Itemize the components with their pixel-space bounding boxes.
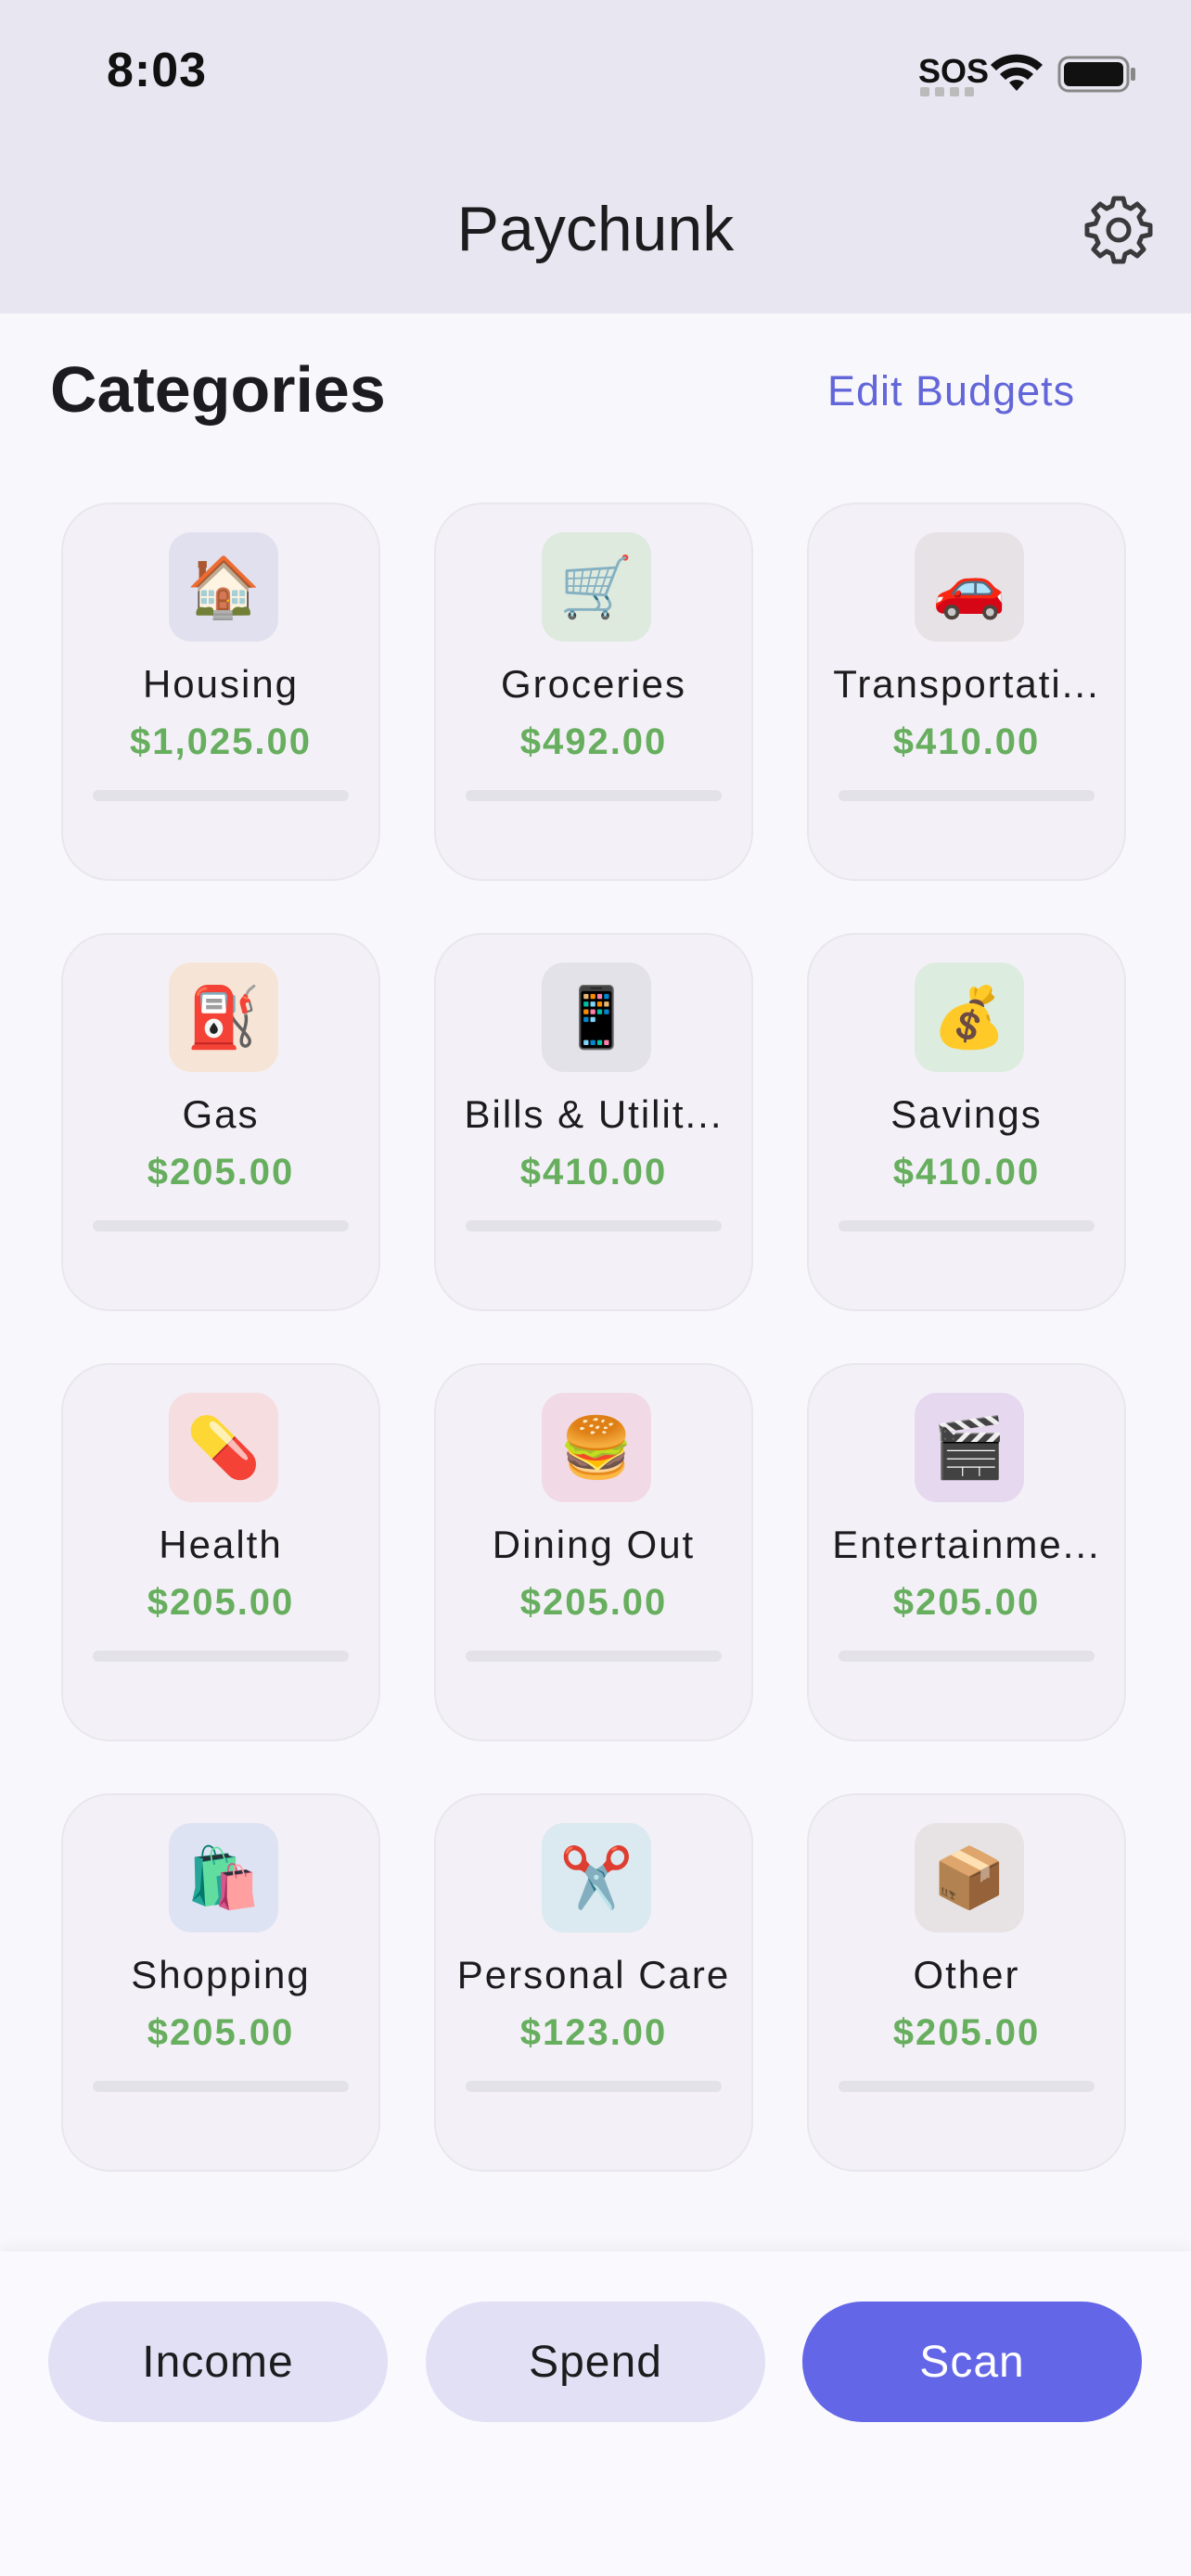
category-progress-bar	[466, 1220, 722, 1231]
category-name: Housing	[142, 662, 300, 706]
category-card[interactable]: ⛽ Gas $205.00	[61, 933, 380, 1311]
spend-button[interactable]: Spend	[426, 2302, 765, 2422]
shopping-bags-icon: 🛍️	[169, 1823, 278, 1932]
category-card[interactable]: 💰 Savings $410.00	[807, 933, 1126, 1311]
category-card[interactable]: 🍔 Dining Out $205.00	[434, 1363, 753, 1741]
pill-icon: 💊	[169, 1393, 278, 1502]
category-progress-bar	[93, 1651, 349, 1662]
category-amount: $123.00	[519, 2012, 668, 2053]
category-amount: $492.00	[519, 721, 668, 762]
category-name: Health	[159, 1523, 283, 1566]
wifi-icon	[991, 54, 1043, 91]
category-amount: $205.00	[892, 1582, 1041, 1623]
category-progress-bar	[93, 2081, 349, 2092]
category-name: Transportati...	[833, 662, 1100, 706]
package-icon: 📦	[915, 1823, 1024, 1932]
category-grid: 🏠 Housing $1,025.00 🛒 Groceries $492.00 🚗 Trans…	[61, 503, 1130, 2172]
category-progress-bar	[466, 1651, 722, 1662]
category-progress-bar	[839, 1220, 1095, 1231]
category-name: Gas	[182, 1092, 260, 1136]
category-card[interactable]: 💊 Health $205.00	[61, 1363, 380, 1741]
category-amount: $410.00	[892, 721, 1041, 762]
category-name: Bills & Utilit...	[464, 1092, 724, 1136]
battery-icon	[1057, 56, 1135, 93]
settings-gear-icon[interactable]	[1083, 195, 1154, 265]
category-card[interactable]: 🚗 Transportati... $410.00	[807, 503, 1126, 881]
status-bar: 8:03 SOS	[0, 0, 1191, 148]
car-icon: 🚗	[915, 532, 1024, 642]
category-card[interactable]: ✂️ Personal Care $123.00	[434, 1793, 753, 2172]
status-time: 8:03	[107, 44, 208, 97]
category-amount: $410.00	[519, 1152, 668, 1192]
category-progress-bar	[839, 2081, 1095, 2092]
category-card[interactable]: 📦 Other $205.00	[807, 1793, 1126, 2172]
category-card[interactable]: 🛒 Groceries $492.00	[434, 503, 753, 881]
income-button[interactable]: Income	[48, 2302, 388, 2422]
category-card[interactable]: 🛍️ Shopping $205.00	[61, 1793, 380, 2172]
category-progress-bar	[93, 1220, 349, 1231]
category-amount: $410.00	[892, 1152, 1041, 1192]
signal-dots-icon	[920, 87, 974, 96]
category-amount: $205.00	[519, 1582, 668, 1623]
category-name: Shopping	[131, 1953, 311, 1996]
category-card[interactable]: 🏠 Housing $1,025.00	[61, 503, 380, 881]
category-name: Savings	[890, 1092, 1043, 1136]
category-progress-bar	[93, 790, 349, 801]
category-amount: $205.00	[147, 1582, 295, 1623]
category-name: Personal Care	[456, 1953, 731, 1996]
category-progress-bar	[839, 1651, 1095, 1662]
edit-budgets-link[interactable]: Edit Budgets	[827, 367, 1075, 415]
category-amount: $205.00	[147, 2012, 295, 2053]
clapperboard-icon: 🎬	[915, 1393, 1024, 1502]
category-name: Groceries	[500, 662, 687, 706]
category-progress-bar	[839, 790, 1095, 801]
category-progress-bar	[466, 790, 722, 801]
category-progress-bar	[466, 2081, 722, 2092]
app-title: Paychunk	[456, 194, 735, 264]
category-amount: $1,025.00	[130, 721, 312, 762]
category-name: Entertainme...	[832, 1523, 1101, 1566]
money-bag-icon: 💰	[915, 963, 1024, 1072]
category-amount: $205.00	[892, 2012, 1041, 2053]
category-card[interactable]: 📱 Bills & Utilit... $410.00	[434, 933, 753, 1311]
categories-heading: Categories	[50, 353, 386, 426]
category-amount: $205.00	[147, 1152, 295, 1192]
category-name: Dining Out	[492, 1523, 696, 1566]
category-name: Other	[913, 1953, 1020, 1996]
burger-icon: 🍔	[542, 1393, 651, 1502]
scissors-icon: ✂️	[542, 1823, 651, 1932]
scan-button[interactable]: Scan	[802, 2302, 1142, 2422]
shopping-cart-icon: 🛒	[542, 532, 651, 642]
fuel-pump-icon: ⛽	[169, 963, 278, 1072]
house-icon: 🏠	[169, 532, 278, 642]
sos-indicator: SOS	[918, 52, 990, 90]
phone-icon: 📱	[542, 963, 651, 1072]
category-card[interactable]: 🎬 Entertainme... $205.00	[807, 1363, 1126, 1741]
